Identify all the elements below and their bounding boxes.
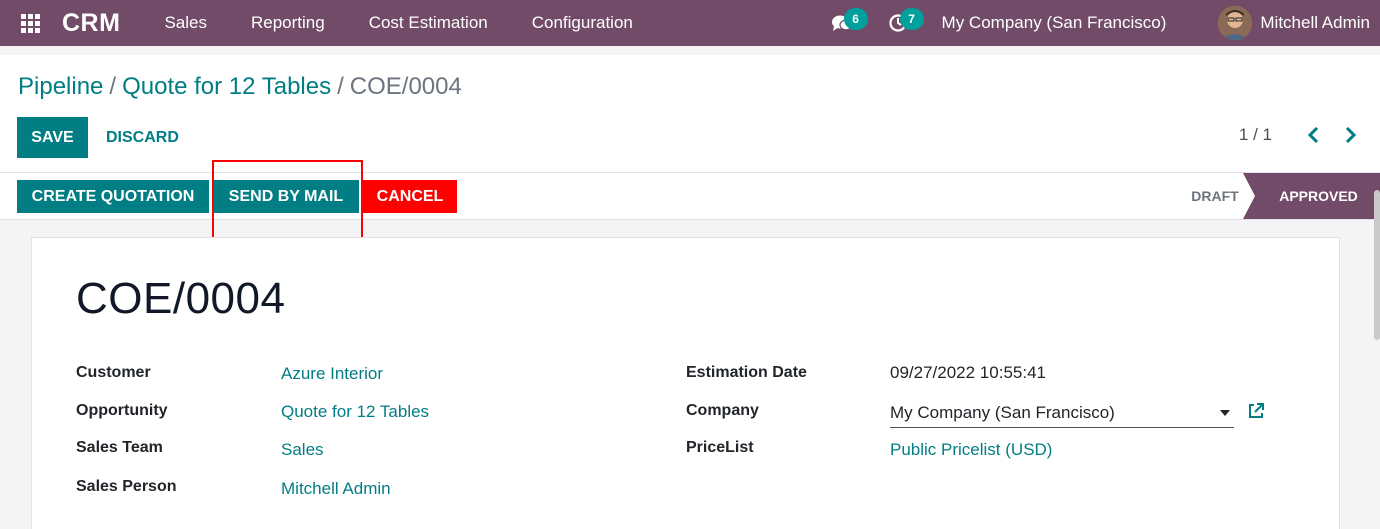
- messages-button[interactable]: 6: [822, 0, 868, 46]
- save-button[interactable]: SAVE: [17, 117, 88, 158]
- breadcrumb-pipeline[interactable]: Pipeline: [18, 73, 103, 101]
- sales-team-label: Sales Team: [76, 439, 163, 456]
- send-by-mail-button[interactable]: SEND BY MAIL: [213, 180, 359, 213]
- record-title: COE/0004: [76, 274, 286, 323]
- app-brand[interactable]: CRM: [62, 9, 120, 38]
- systray: 6 7 My Company (San Francisco) Mitchell …: [822, 0, 1380, 46]
- breadcrumb-current: COE/0004: [349, 73, 462, 100]
- estimation-date-label: Estimation Date: [686, 364, 807, 381]
- company-select[interactable]: My Company (San Francisco): [890, 398, 1234, 428]
- pricelist-field[interactable]: Public Pricelist (USD): [890, 440, 1052, 460]
- sales-team-field[interactable]: Sales: [281, 440, 324, 460]
- external-link-icon[interactable]: [1247, 402, 1265, 420]
- form-sheet: COE/0004 Customer Azure Interior Opportu…: [31, 237, 1340, 529]
- pager-next-button[interactable]: [1338, 123, 1362, 147]
- activities-button[interactable]: 7: [878, 0, 924, 46]
- discard-button[interactable]: DISCARD: [106, 117, 179, 158]
- user-name: Mitchell Admin: [1260, 13, 1370, 32]
- menu-reporting[interactable]: Reporting: [229, 0, 347, 46]
- caret-down-icon: [1220, 410, 1230, 416]
- pricelist-label: PriceList: [686, 439, 754, 456]
- chevron-right-icon: [1345, 126, 1357, 144]
- user-menu[interactable]: Mitchell Admin: [1218, 6, 1370, 40]
- control-panel: Pipeline / Quote for 12 Tables / COE/000…: [0, 55, 1380, 172]
- statusbar: CREATE QUOTATION SEND BY MAIL CANCEL DRA…: [0, 172, 1380, 220]
- create-quotation-button[interactable]: CREATE QUOTATION: [17, 180, 209, 213]
- apps-grid-icon[interactable]: [10, 0, 50, 46]
- menu-configuration[interactable]: Configuration: [510, 0, 655, 46]
- scrollbar[interactable]: [1374, 190, 1380, 340]
- estimation-date-field[interactable]: 09/27/2022 10:55:41: [890, 363, 1046, 383]
- customer-label: Customer: [76, 364, 151, 381]
- pager-value[interactable]: 1 / 1: [1239, 125, 1272, 145]
- avatar: [1218, 6, 1253, 40]
- activities-count-badge: 7: [899, 8, 924, 30]
- breadcrumb: Pipeline / Quote for 12 Tables / COE/000…: [18, 73, 462, 101]
- chevron-left-icon: [1307, 126, 1319, 144]
- pager-previous-button[interactable]: [1302, 123, 1326, 147]
- customer-field[interactable]: Azure Interior: [281, 364, 383, 384]
- menu-sales[interactable]: Sales: [142, 0, 229, 46]
- top-navbar: CRM Sales Reporting Cost Estimation Conf…: [0, 0, 1380, 46]
- menu-cost-estimation[interactable]: Cost Estimation: [347, 0, 510, 46]
- stage-approved-label: APPROVED: [1279, 188, 1358, 204]
- company-switcher[interactable]: My Company (San Francisco): [942, 13, 1167, 33]
- company-label: Company: [686, 402, 759, 419]
- sales-person-label: Sales Person: [76, 478, 177, 495]
- sales-person-field[interactable]: Mitchell Admin: [281, 479, 391, 499]
- cancel-button[interactable]: CANCEL: [363, 180, 457, 213]
- opportunity-field[interactable]: Quote for 12 Tables: [281, 402, 429, 422]
- stage-approved[interactable]: APPROVED: [1243, 173, 1380, 219]
- messages-count-badge: 6: [843, 8, 868, 30]
- breadcrumb-opportunity[interactable]: Quote for 12 Tables: [122, 73, 331, 101]
- opportunity-label: Opportunity: [76, 402, 168, 419]
- company-select-value: My Company (San Francisco): [890, 402, 1115, 422]
